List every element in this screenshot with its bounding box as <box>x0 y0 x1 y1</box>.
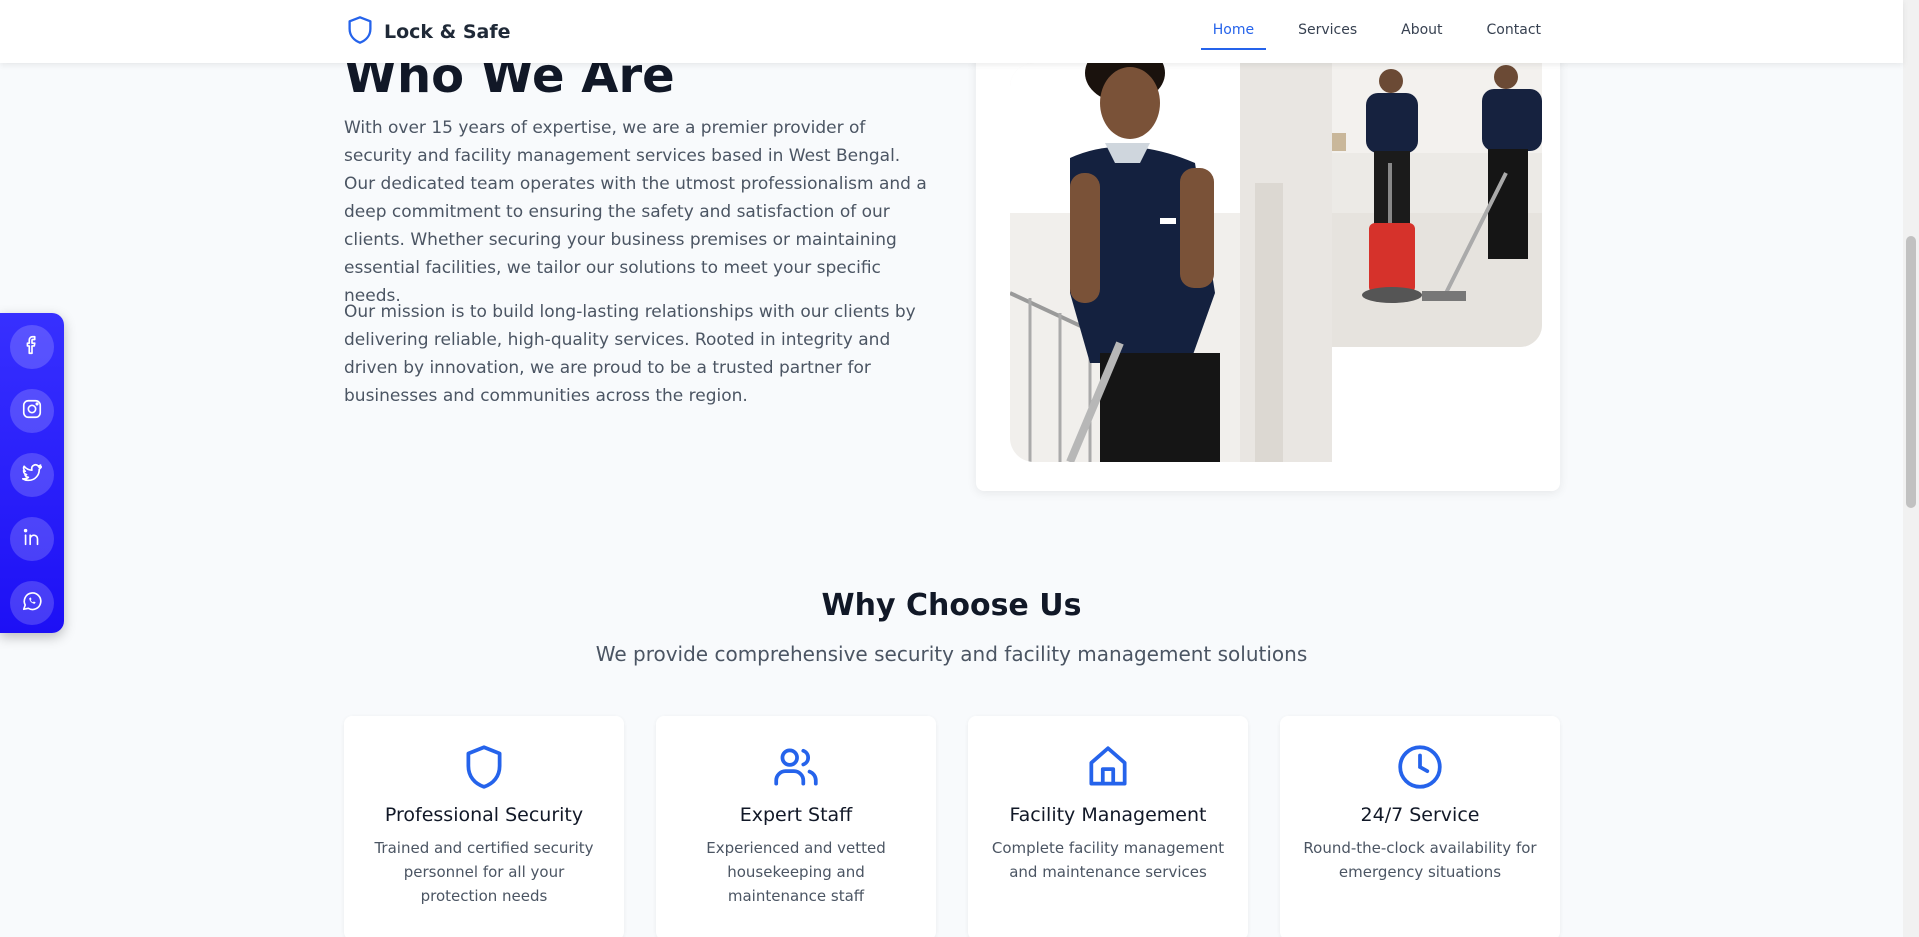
about-paragraph-2: Our mission is to build long-lasting rel… <box>344 302 916 406</box>
scrollbar-thumb[interactable] <box>1906 236 1916 508</box>
feature-title: 24/7 Service <box>1360 804 1480 826</box>
about-paragraph-1: With over 15 years of expertise, we are … <box>344 118 927 306</box>
feature-title: Professional Security <box>384 804 584 826</box>
facebook-link[interactable] <box>10 325 54 369</box>
nav-link-about[interactable]: About <box>1379 0 1464 63</box>
instagram-link[interactable] <box>10 389 54 433</box>
whatsapp-icon <box>21 590 43 616</box>
nav-link-home[interactable]: Home <box>1191 0 1276 63</box>
clock-icon <box>1395 742 1445 792</box>
site-header: Lock & Safe Home Services About Contact <box>0 0 1903 63</box>
page-scrollbar[interactable] <box>1903 0 1919 937</box>
feature-title: Expert Staff <box>739 804 853 826</box>
feature-card-staff: Expert Staff Experienced and vetted hous… <box>656 716 936 937</box>
feature-card-service: 24/7 Service Round-the-clock availabilit… <box>1280 716 1560 937</box>
feature-description: Round-the-clock availability for emergen… <box>1303 839 1537 881</box>
shield-icon <box>459 742 509 792</box>
why-choose-us-title: Why Choose Us <box>821 588 1082 623</box>
brand-logo-link[interactable]: Lock & Safe <box>346 15 511 49</box>
brand-name: Lock & Safe <box>384 21 511 43</box>
shield-logo-icon <box>346 15 374 49</box>
linkedin-icon <box>21 526 43 552</box>
nav-link-services[interactable]: Services <box>1276 0 1379 63</box>
twitter-icon <box>21 462 43 488</box>
users-icon <box>771 742 821 792</box>
feature-description: Experienced and vetted housekeeping and … <box>706 839 886 905</box>
social-sidebar <box>0 313 64 633</box>
linkedin-link[interactable] <box>10 517 54 561</box>
feature-description: Complete facility management and mainten… <box>991 839 1225 881</box>
why-choose-us-subtitle: We provide comprehensive security and fa… <box>595 642 1308 666</box>
nav-link-contact[interactable]: Contact <box>1465 0 1563 63</box>
feature-card-facility: Facility Management Complete facility ma… <box>968 716 1248 937</box>
feature-card-security: Professional Security Trained and certif… <box>344 716 624 937</box>
facebook-icon <box>21 334 43 360</box>
whatsapp-link[interactable] <box>10 581 54 625</box>
feature-description: Trained and certified security personnel… <box>374 839 594 905</box>
main-nav: Home Services About Contact <box>1191 0 1563 63</box>
staff-cleaning-railing-photo <box>1010 63 1332 462</box>
instagram-icon <box>21 398 43 424</box>
home-icon <box>1083 742 1133 792</box>
feature-title: Facility Management <box>1009 804 1207 826</box>
twitter-link[interactable] <box>10 453 54 497</box>
